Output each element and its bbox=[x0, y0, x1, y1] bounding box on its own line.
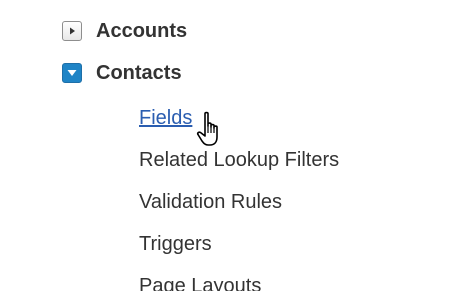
tree-child-fields-link[interactable]: Fields bbox=[139, 106, 192, 130]
tree-node-label[interactable]: Accounts bbox=[96, 19, 187, 43]
collapse-arrow-icon[interactable] bbox=[62, 63, 82, 83]
tree-child-related-lookup-filters[interactable]: Related Lookup Filters bbox=[139, 148, 339, 172]
tree-child-validation-rules[interactable]: Validation Rules bbox=[139, 190, 282, 214]
tree-node-accounts[interactable]: Accounts bbox=[62, 19, 187, 43]
tree-node-contacts[interactable]: Contacts bbox=[62, 61, 182, 85]
tree-node-label[interactable]: Contacts bbox=[96, 61, 182, 85]
expand-arrow-icon[interactable] bbox=[62, 21, 82, 41]
tree-child-page-layouts[interactable]: Page Layouts bbox=[139, 274, 261, 291]
setup-tree: Accounts Contacts Fields Related Lookup … bbox=[0, 0, 454, 291]
hand-pointer-icon bbox=[196, 111, 218, 146]
tree-child-triggers[interactable]: Triggers bbox=[139, 232, 212, 256]
